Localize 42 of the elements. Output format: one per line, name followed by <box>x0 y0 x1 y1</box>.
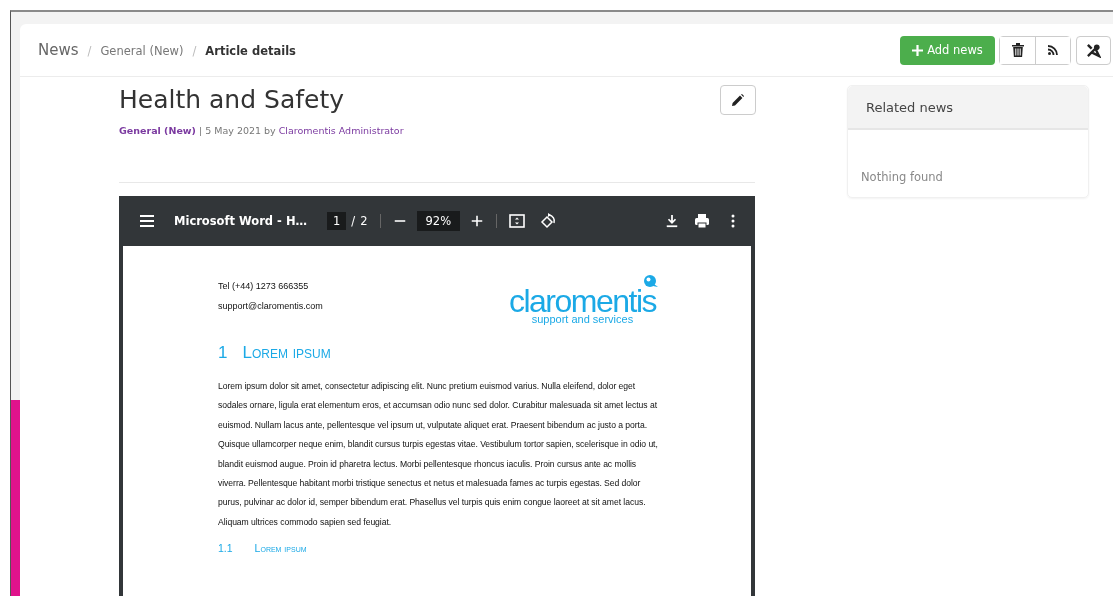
download-icon[interactable] <box>665 214 679 228</box>
email-address: support@claromentis.com <box>218 300 323 313</box>
meta-separator: | <box>198 125 203 136</box>
breadcrumb-item[interactable]: News <box>38 41 79 59</box>
breadcrumb-separator: / <box>192 44 197 58</box>
logo-name: claromentis <box>508 288 656 314</box>
rss-icon <box>1048 45 1058 55</box>
plus-icon <box>912 44 924 56</box>
byline-text: by <box>264 125 276 136</box>
author-link[interactable]: Claromentis Administrator <box>278 125 404 136</box>
menu-icon[interactable] <box>139 213 155 229</box>
speech-bubble-icon <box>642 274 658 288</box>
rss-button[interactable] <box>1035 36 1070 64</box>
rotate-icon[interactable] <box>540 213 557 229</box>
settings-button[interactable] <box>1076 35 1111 65</box>
edit-button[interactable] <box>720 85 756 115</box>
heading-number: 1 <box>218 343 228 363</box>
section-heading: Lorem ipsum <box>242 343 331 363</box>
page-number-field[interactable]: 1 <box>327 212 347 230</box>
article-title: Health and Safety <box>119 85 344 115</box>
file-name: Microsoft Word - H… <box>174 214 307 228</box>
pencil-icon <box>732 94 744 106</box>
page-separator: / <box>351 214 356 228</box>
empty-message: Nothing found <box>861 170 943 184</box>
phone-number: Tel (+44) 1273 666355 <box>218 280 310 293</box>
breadcrumb-item[interactable]: General (New) <box>100 44 184 58</box>
breadcrumb-separator: / <box>87 44 92 58</box>
heading-number: 1.1 <box>218 542 233 555</box>
publish-date: 5 May 2021 <box>205 125 262 136</box>
trash-icon <box>1011 43 1024 57</box>
panel-title: Related news <box>848 86 1088 130</box>
print-icon[interactable] <box>694 213 710 229</box>
category-link[interactable]: General (New) <box>119 125 196 136</box>
plus-icon[interactable] <box>470 214 485 228</box>
fit-page-icon[interactable] <box>509 213 526 229</box>
subsection-heading: Lorem ipsum <box>254 542 307 555</box>
body-paragraph: Lorem ipsum dolor sit amet, consectetur adipiscing elit. Nunc pretium euismod varius. Nulla eleifend, dolor eget sodales ornare, ligula erat elementum eros, et accumsan odio nunc sed dolor. Curabitur malesuada sit amet lectus at euismod. Nullam lacus ante, pellentesque vel ipsum ut, vulputate aliquet erat. Praesent bibendum ac justo a porta. Quisque ullamcorper neque enim, blandit cursus turpis egestas vitae. Vestibulum tortor sapien, scelerisque in odio ut, blandit euismod augue. Proin id pharetra lectus. Morbi pellentesque rhoncus iaculis. Proin cursus ante ac mollis viverra. Pellentesque habitant morbi tristique senectus et netus et malesuada fames ac turpis egestas. Sed dolor purus, pulvinar ac dolor id, semper bibendum erat. Phasellus vel turpis quis enim congue laoreet at sit amet lacus. Aliquam ultrices commodo sapien sed feugiat. <box>218 380 659 529</box>
zoom-field[interactable]: 92% <box>416 211 461 231</box>
tools-icon <box>1086 42 1101 58</box>
breadcrumb-item: Article details <box>205 44 296 58</box>
logo-tagline: support and services <box>531 314 634 325</box>
page-count: 2 <box>360 214 368 228</box>
